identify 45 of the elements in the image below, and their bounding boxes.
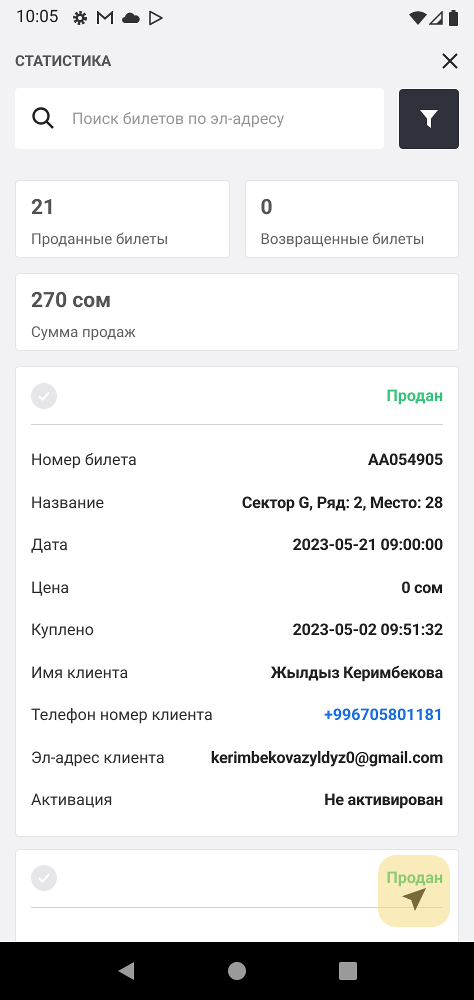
- field-label: Номер билета: [31, 449, 137, 472]
- gear-icon: [72, 10, 88, 26]
- status-time: 10:05: [16, 6, 58, 30]
- field-label: Активация: [31, 789, 112, 812]
- field-value: Жылдыз Керимбекова: [270, 662, 443, 684]
- field-label: Имя клиента: [31, 662, 128, 684]
- field-label: Телефон номер клиента: [31, 704, 213, 726]
- stat-value: 0: [260, 195, 273, 222]
- field-label: Эл-адрес клиента: [31, 746, 165, 769]
- stat-label: Проданные билеты: [31, 229, 168, 250]
- filter-button[interactable]: [399, 88, 459, 148]
- field-value: Не активирован: [324, 789, 443, 812]
- battery-icon: [449, 10, 458, 26]
- field-value: kerimbekovazyldyz0@gmail.com: [210, 746, 443, 769]
- filter-icon: [419, 108, 439, 128]
- cloud-icon: [122, 12, 140, 24]
- field-value: 2023-05-02 09:51:32: [292, 619, 443, 642]
- field-label: Название: [31, 492, 104, 514]
- mail-icon: [96, 11, 114, 25]
- status-label: Продан: [386, 384, 443, 406]
- field-value: 0 сом: [401, 576, 443, 599]
- field-value: 2023-05-21 09:00:00: [292, 534, 443, 556]
- play-icon: [148, 10, 164, 26]
- search-icon: [32, 107, 54, 129]
- field-label: Дата: [31, 534, 68, 556]
- status-label: Продан: [386, 867, 443, 889]
- send-icon: [401, 887, 427, 913]
- stat-label: Сумма продаж: [31, 322, 136, 343]
- stat-value: 21: [31, 195, 56, 222]
- search-field[interactable]: Поиск билетов по эл-адресу: [15, 88, 384, 149]
- close-icon[interactable]: [441, 52, 459, 70]
- field-label: Цена: [31, 576, 70, 599]
- field-label: Куплено: [31, 619, 94, 642]
- screen-title: СТАТИСТИКА: [15, 50, 112, 72]
- recents-icon[interactable]: [339, 962, 358, 980]
- signal-icon: [429, 11, 443, 25]
- back-icon[interactable]: [116, 961, 135, 981]
- field-value: Сектор G, Ряд: 2, Место: 28: [242, 492, 443, 514]
- stat-label: Возвращенные билеты: [260, 229, 424, 250]
- phone-link[interactable]: +996705801181: [324, 703, 443, 728]
- send-button[interactable]: [378, 855, 450, 927]
- stat-value: 270 сом: [31, 288, 112, 315]
- home-icon[interactable]: [228, 962, 246, 980]
- field-value: AA054905: [368, 449, 443, 472]
- wifi-icon: [409, 11, 427, 25]
